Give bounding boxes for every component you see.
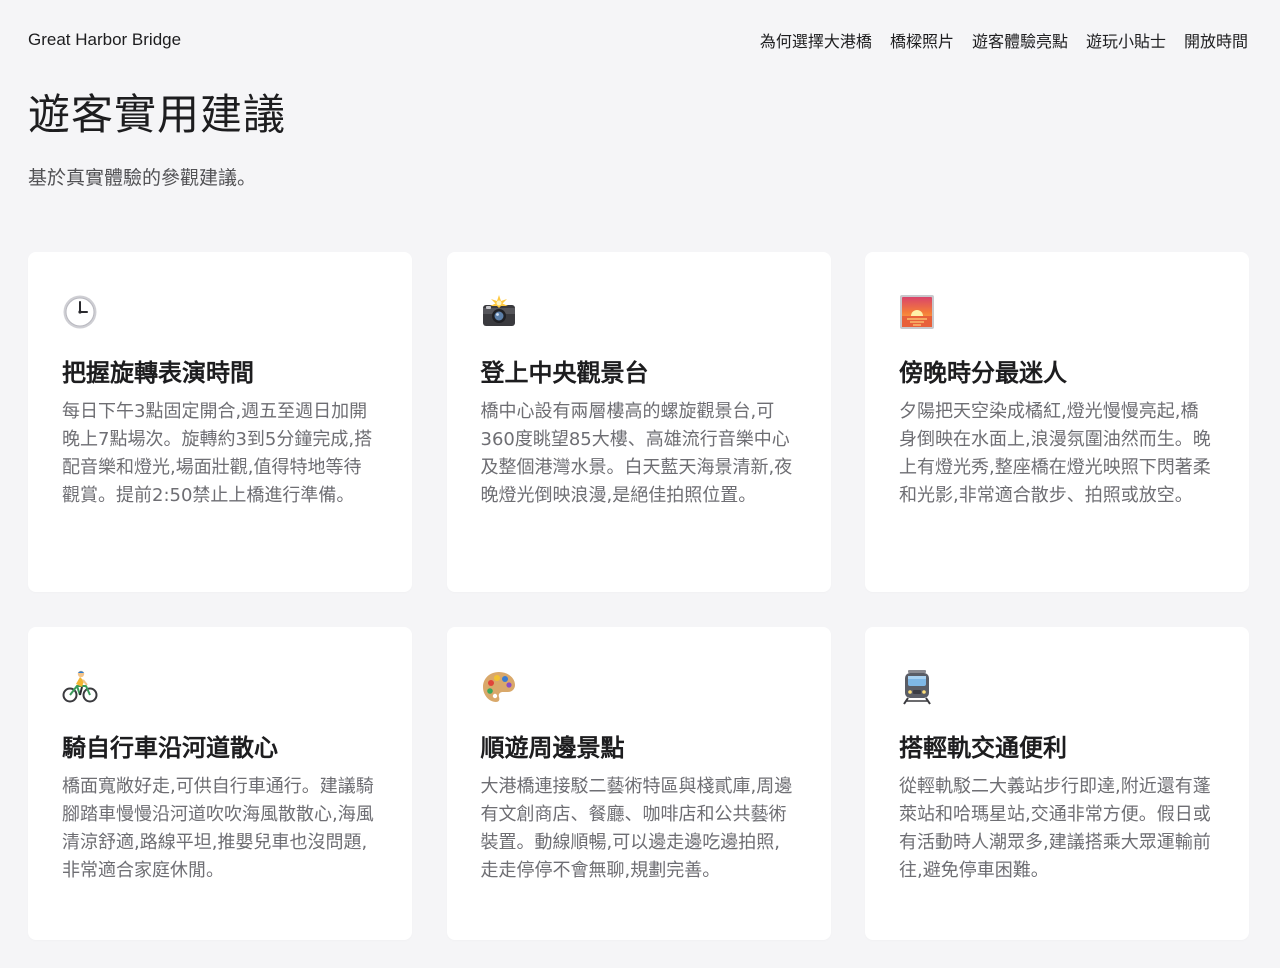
- tip-card-description: 每日下午3點固定開合,週五至週日加開晚上7點場次。旋轉約3到5分鐘完成,搭配音樂…: [62, 401, 373, 506]
- cyclist-icon: [62, 670, 98, 703]
- tip-card-title: 登上中央觀景台: [480, 359, 649, 387]
- tip-card-title: 搭輕軌交通便利: [899, 734, 1067, 762]
- tip-card-title: 把握旋轉表演時間: [62, 359, 254, 387]
- camera-flash-icon: [482, 295, 515, 326]
- tip-card-description: 夕陽把天空染成橘紅,燈光慢慢亮起,橋身倒映在水面上,浪漫氛圍油然而生。晚上有燈光…: [899, 401, 1211, 506]
- clock-icon: [63, 295, 97, 329]
- page-title: 遊客實用建議: [28, 90, 287, 139]
- palette-icon: [482, 672, 515, 702]
- tip-card-description: 橋中心設有兩層樓高的螺旋觀景台,可360度眺望85大樓、高雄流行音樂中心及整個港…: [480, 401, 793, 506]
- nav-link-tips[interactable]: 遊玩小貼士: [1086, 28, 1166, 52]
- tip-card: 順遊周邊景點 大港橋連接駁二藝術特區與棧貳庫,周邊有文創商店、餐廳、咖啡店和公共…: [446, 627, 831, 940]
- tip-card: 搭輕軌交通便利 從輕軌駁二大義站步行即達,附近還有蓬萊站和哈瑪星站,交通非常方便…: [865, 627, 1249, 940]
- top-nav: Great Harbor Bridge 為何選擇大港橋 橋樑照片 遊客體驗亮點 …: [28, 0, 1248, 80]
- tip-card-description: 大港橋連接駁二藝術特區與棧貳庫,周邊有文創商店、餐廳、咖啡店和公共藝術裝置。動線…: [480, 776, 793, 881]
- page-subtitle: 基於真實體驗的參觀建議。: [28, 167, 257, 189]
- tip-card: 騎自行車沿河道散心 橋面寬敞好走,可供自行車通行。建議騎腳踏車慢慢沿河道吹吹海風…: [28, 627, 412, 940]
- brand-link[interactable]: Great Harbor Bridge: [28, 30, 181, 50]
- nav-links: 為何選擇大港橋 橋樑照片 遊客體驗亮點 遊玩小貼士 開放時間: [760, 28, 1248, 52]
- tip-card: 登上中央觀景台 橋中心設有兩層樓高的螺旋觀景台,可360度眺望85大樓、高雄流行…: [446, 252, 831, 592]
- nav-link-hours[interactable]: 開放時間: [1184, 28, 1248, 52]
- tips-grid: 把握旋轉表演時間 每日下午3點固定開合,週五至週日加開晚上7點場次。旋轉約3到5…: [28, 252, 1249, 940]
- tip-card: 傍晚時分最迷人 夕陽把天空染成橘紅,燈光慢慢亮起,橋身倒映在水面上,浪漫氛圍油然…: [865, 252, 1249, 592]
- page: Great Harbor Bridge 為何選擇大港橋 橋樑照片 遊客體驗亮點 …: [0, 0, 1280, 968]
- tip-card-description: 從輕軌駁二大義站步行即達,附近還有蓬萊站和哈瑪星站,交通非常方便。假日或有活動時…: [899, 776, 1211, 881]
- tram-icon: [903, 670, 931, 705]
- tip-card-description: 橋面寬敞好走,可供自行車通行。建議騎腳踏車慢慢沿河道吹吹海風散散心,海風清涼舒適…: [62, 776, 374, 881]
- tip-card: 把握旋轉表演時間 每日下午3點固定開合,週五至週日加開晚上7點場次。旋轉約3到5…: [28, 252, 412, 592]
- sunset-icon: [900, 295, 934, 329]
- nav-link-why[interactable]: 為何選擇大港橋: [760, 28, 872, 52]
- tip-card-title: 順遊周邊景點: [480, 734, 625, 762]
- tip-card-title: 傍晚時分最迷人: [899, 359, 1067, 387]
- tip-card-title: 騎自行車沿河道散心: [62, 734, 278, 762]
- nav-link-photos[interactable]: 橋樑照片: [890, 28, 954, 52]
- nav-link-highlights[interactable]: 遊客體驗亮點: [972, 28, 1068, 52]
